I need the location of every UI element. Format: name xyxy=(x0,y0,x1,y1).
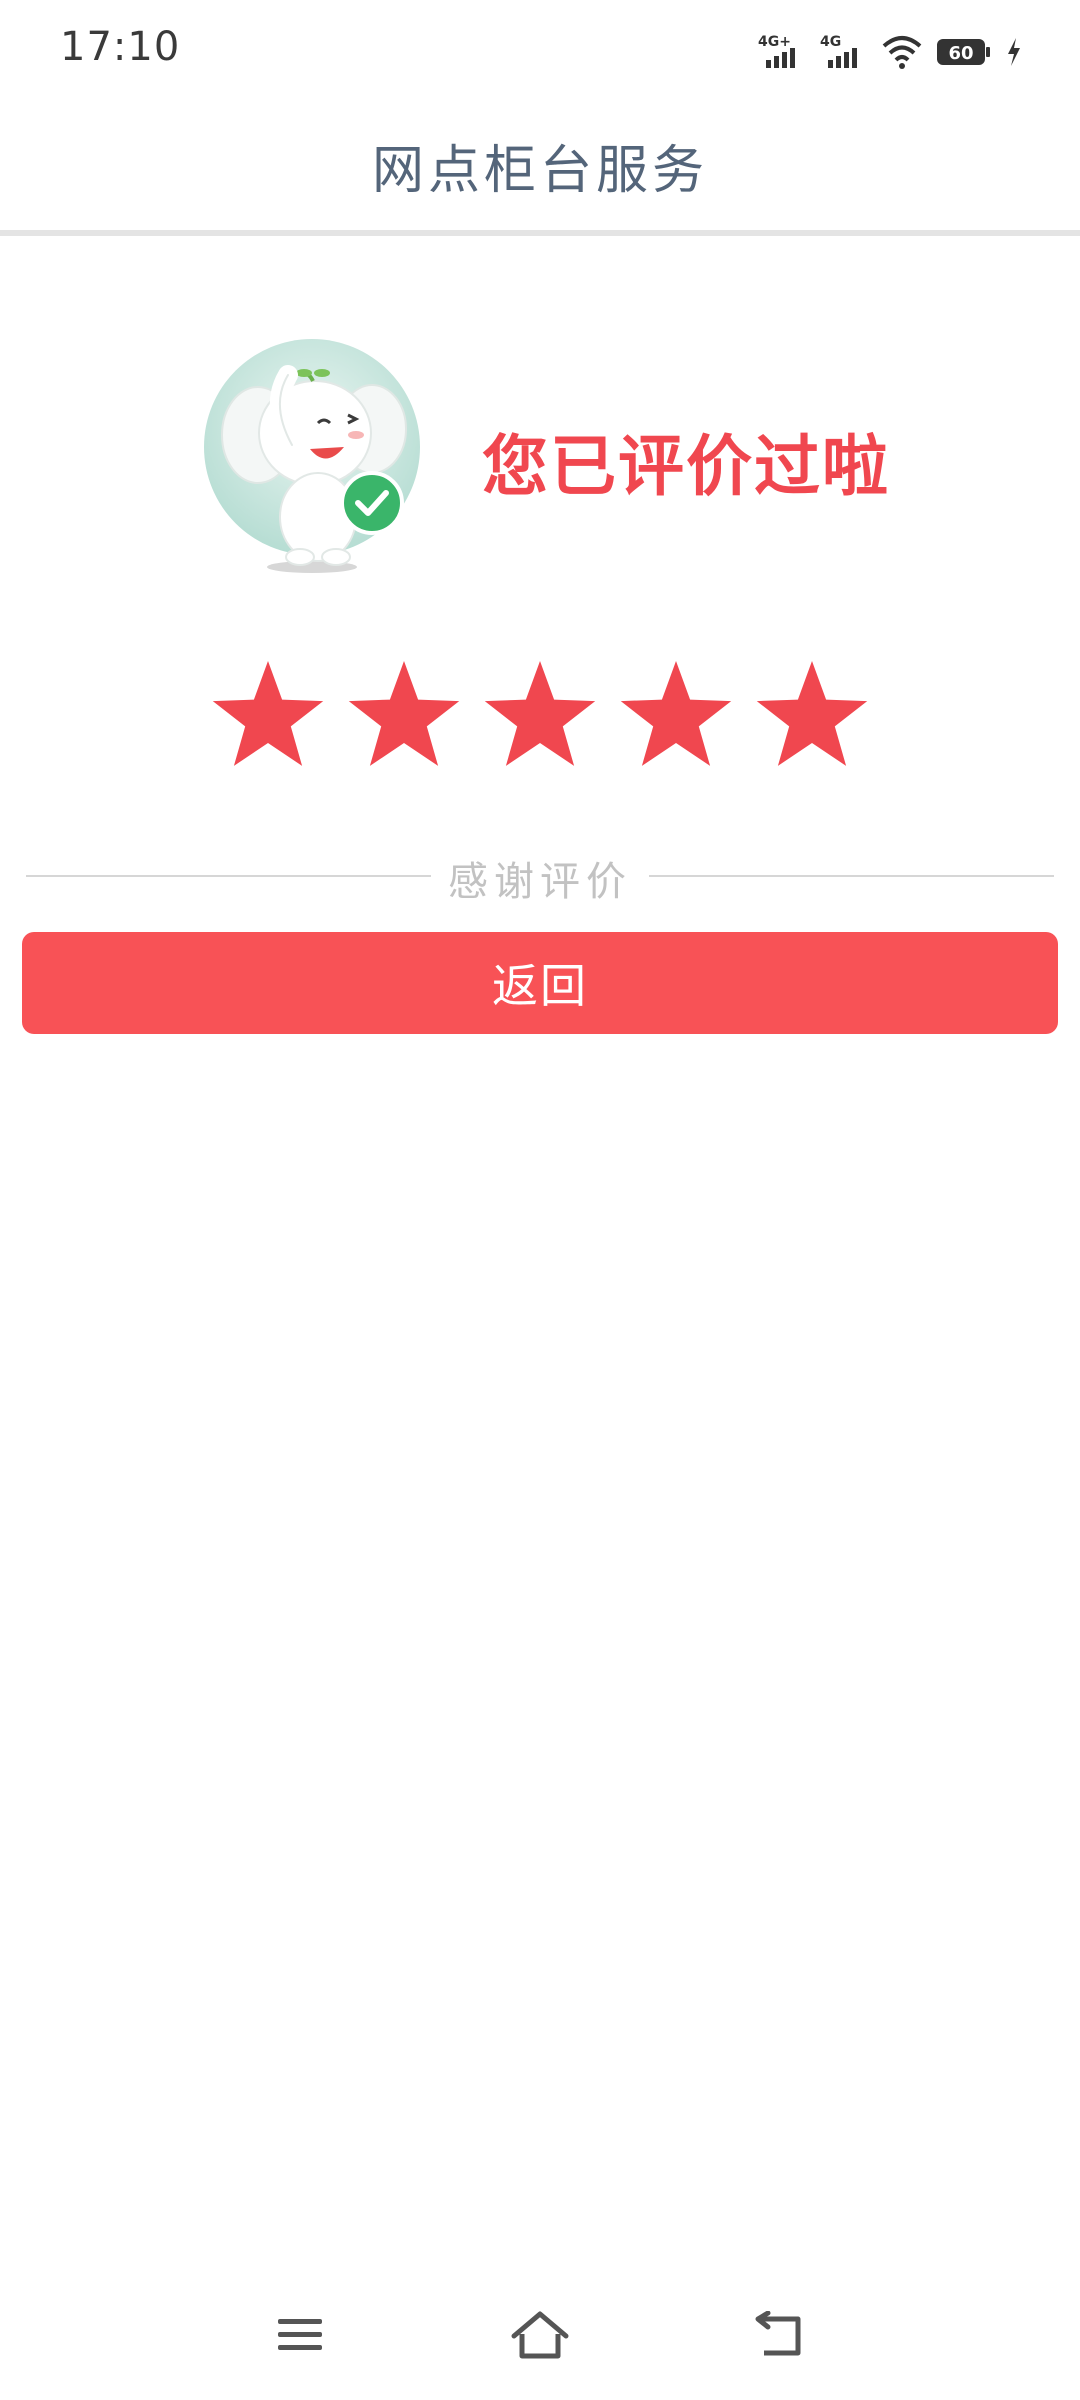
already-rated-message: 您已评价过啦 xyxy=(482,428,890,505)
elephant-mascot-check-icon xyxy=(204,339,420,573)
header-divider xyxy=(0,230,1080,236)
signal-4g-plus-icon: 4G+ xyxy=(758,34,795,68)
svg-text:4G+: 4G+ xyxy=(758,34,791,50)
svg-text:4G: 4G xyxy=(820,34,841,50)
battery-icon: 60 xyxy=(937,39,990,65)
status-icons: 4G+ 4G 60 xyxy=(758,30,1022,74)
screen: 17:10 4G+ 4G 60 网点柜台服务 您已评价过啦 感谢评价 返回 xyxy=(0,0,1080,2400)
return-button[interactable]: 返回 xyxy=(22,932,1058,1034)
status-bar: 17:10 4G+ 4G 60 xyxy=(0,0,1080,100)
header: 网点柜台服务 xyxy=(0,100,1080,230)
thanks-label: 感谢评价 xyxy=(448,859,632,905)
rating-stars xyxy=(208,655,888,775)
star-icon xyxy=(348,661,460,766)
svg-text:60: 60 xyxy=(948,43,973,64)
system-nav-bar xyxy=(0,2270,1080,2400)
menu-button[interactable] xyxy=(260,2300,340,2370)
rating-stars-svg xyxy=(212,661,868,766)
signal-4g-icon: 4G xyxy=(820,34,857,68)
status-time: 17:10 xyxy=(60,24,181,70)
star-icon xyxy=(620,661,732,766)
result-row: 您已评价过啦 xyxy=(200,335,900,575)
star-icon xyxy=(212,661,324,766)
star-icon xyxy=(756,661,868,766)
divider-line-left xyxy=(26,875,431,877)
thanks-divider: 感谢评价 xyxy=(26,845,1054,905)
wifi-icon xyxy=(882,36,922,69)
star-icon xyxy=(484,661,596,766)
charging-icon xyxy=(1008,38,1020,66)
back-button[interactable] xyxy=(740,2300,820,2370)
page-title: 网点柜台服务 xyxy=(371,140,708,201)
menu-icon xyxy=(278,2319,322,2350)
home-icon xyxy=(511,2311,569,2359)
back-icon xyxy=(755,2311,801,2356)
divider-line-right xyxy=(649,875,1054,877)
home-button[interactable] xyxy=(500,2300,580,2370)
